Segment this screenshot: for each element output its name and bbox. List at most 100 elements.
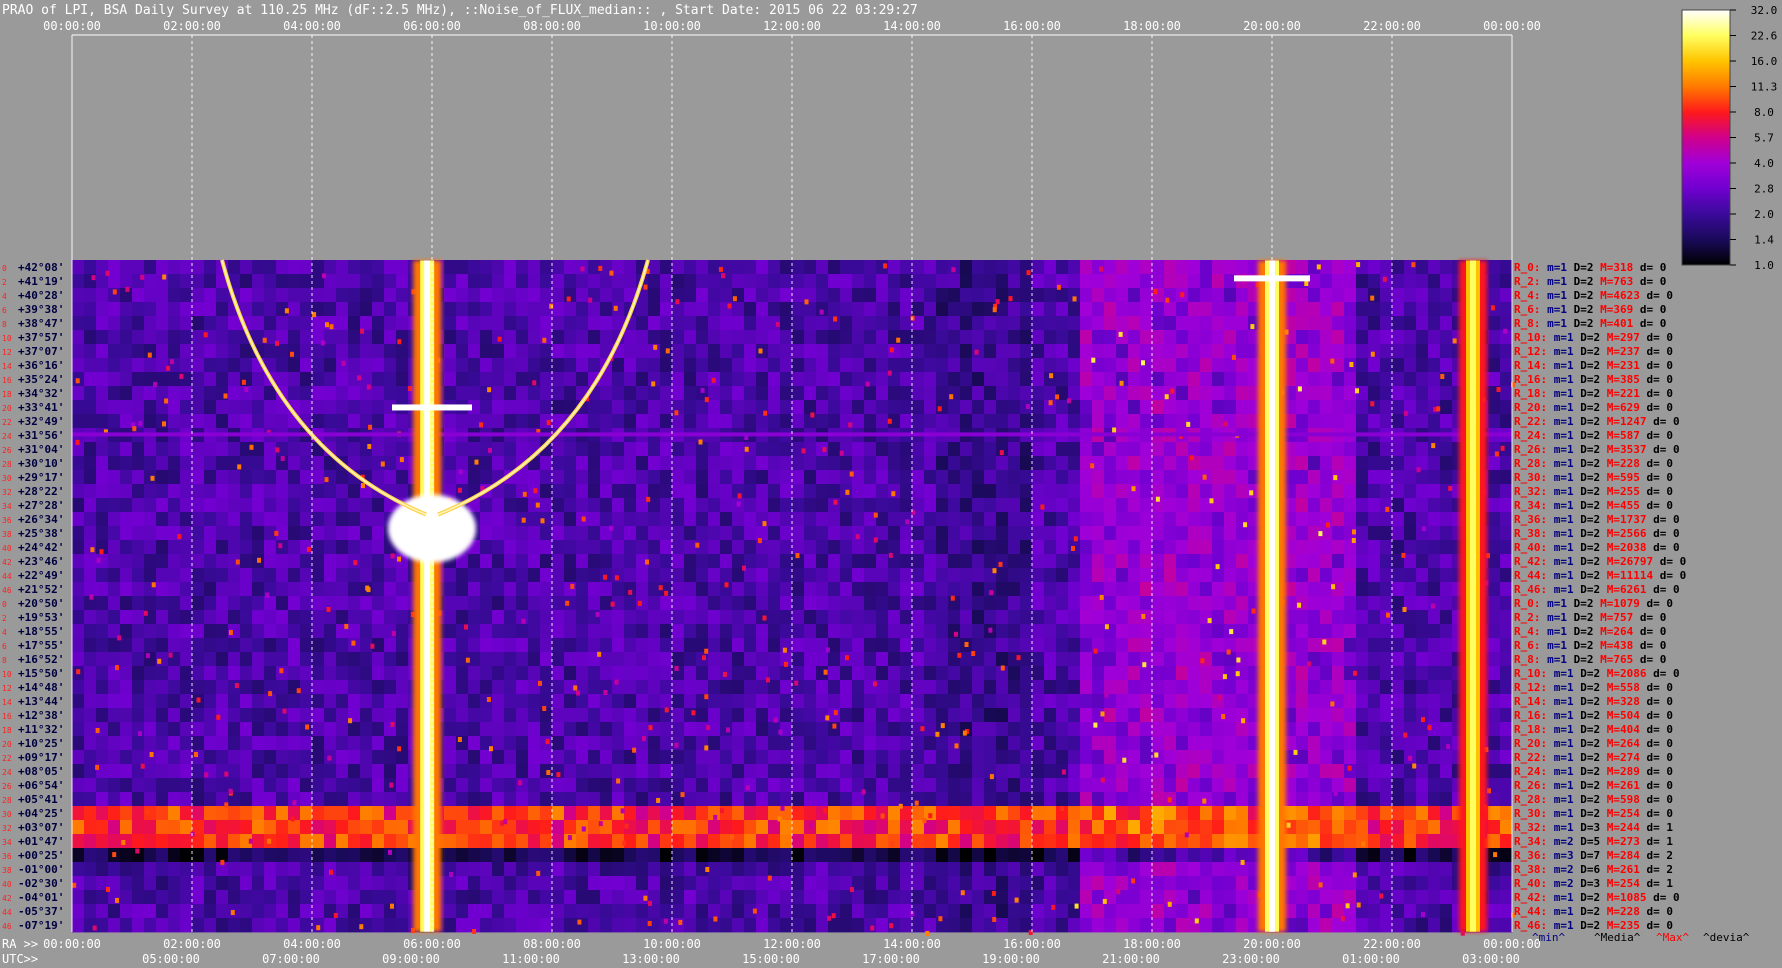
heat-cell [1092, 610, 1105, 625]
heat-cell [1128, 302, 1141, 317]
heat-cell [1008, 456, 1021, 471]
heat-cell [372, 358, 385, 373]
heat-cell [168, 470, 181, 485]
heat-cell [936, 680, 949, 695]
heat-cell [672, 610, 685, 625]
heat-cell [528, 344, 541, 359]
heat-cell [636, 624, 649, 639]
heat-cell [1392, 456, 1405, 471]
heat-cell [648, 470, 661, 485]
heat-cell [1344, 456, 1357, 471]
heat-cell [180, 596, 193, 611]
heat-cell [804, 596, 817, 611]
heat-cell [504, 834, 517, 849]
heat-cell [1380, 806, 1393, 821]
heat-cell [852, 638, 865, 653]
heat-cell [852, 274, 865, 289]
heat-cell [816, 260, 829, 275]
heat-cell [564, 386, 577, 401]
heat-cell [72, 736, 85, 751]
heat-cell [636, 456, 649, 471]
heat-cell [816, 834, 829, 849]
heat-cell [276, 820, 289, 835]
heat-cell [828, 330, 841, 345]
heat-cell [1236, 736, 1249, 751]
heat-cell [708, 330, 721, 345]
heat-cell [1092, 526, 1105, 541]
heat-cell [552, 610, 565, 625]
heat-cell [600, 400, 613, 415]
heat-cell [936, 806, 949, 821]
heat-cell [1200, 764, 1213, 779]
heat-cell [1308, 470, 1321, 485]
heat-cell [360, 708, 373, 723]
heat-cell [204, 568, 217, 583]
heat-cell [912, 526, 925, 541]
heat-cell [324, 610, 337, 625]
heat-cell [564, 344, 577, 359]
heat-cell [540, 638, 553, 653]
heat-cell [1056, 358, 1069, 373]
heat-cell [132, 512, 145, 527]
heat-cell [684, 442, 697, 457]
heat-cell [348, 386, 361, 401]
heat-cell [624, 484, 637, 499]
heat-cell [1344, 792, 1357, 807]
heat-cell [864, 400, 877, 415]
heat-cell [1380, 680, 1393, 695]
heat-cell [996, 274, 1009, 289]
heat-cell [444, 582, 457, 597]
heat-cell [636, 806, 649, 821]
heat-cell [744, 540, 757, 555]
heat-cell [1152, 512, 1165, 527]
heat-cell [732, 708, 745, 723]
heat-cell [1020, 722, 1033, 737]
heat-cell [576, 596, 589, 611]
heat-cell [288, 554, 301, 569]
heat-cell [1080, 386, 1093, 401]
heat-cell [240, 736, 253, 751]
heat-cell [636, 694, 649, 709]
heat-cell [696, 316, 709, 331]
heat-cell [336, 596, 349, 611]
heat-cell [384, 302, 397, 317]
heat-cell [708, 736, 721, 751]
heat-cell [504, 442, 517, 457]
heat-cell [444, 302, 457, 317]
heat-cell [312, 512, 325, 527]
heat-cell [828, 568, 841, 583]
heat-cell [876, 750, 889, 765]
heat-cell [1032, 736, 1045, 751]
heat-cell [948, 330, 961, 345]
heat-cell [1344, 806, 1357, 821]
heat-cell [1008, 666, 1021, 681]
heat-cell [984, 456, 997, 471]
heat-cell [864, 302, 877, 317]
heat-cell [1344, 778, 1357, 793]
heat-cell [1080, 764, 1093, 779]
heat-cell [1500, 288, 1513, 303]
heat-cell [732, 582, 745, 597]
heat-cell [228, 540, 241, 555]
heat-cell [1032, 568, 1045, 583]
heat-cell [1032, 638, 1045, 653]
heat-cell [96, 820, 109, 835]
heat-cell [504, 652, 517, 667]
heat-cell [876, 652, 889, 667]
heat-cell [816, 652, 829, 667]
heat-cell [1068, 638, 1081, 653]
heat-cell [1368, 316, 1381, 331]
heat-cell [852, 596, 865, 611]
heat-cell [444, 316, 457, 331]
heat-cell [1332, 274, 1345, 289]
heat-cell [516, 680, 529, 695]
heat-cell [1380, 736, 1393, 751]
heat-cell [684, 554, 697, 569]
heat-cell [1080, 708, 1093, 723]
heat-cell [228, 820, 241, 835]
heat-cell [1044, 414, 1057, 429]
heat-cell [924, 344, 937, 359]
heat-cell [864, 414, 877, 429]
heat-cell [360, 610, 373, 625]
heat-cell [288, 638, 301, 653]
